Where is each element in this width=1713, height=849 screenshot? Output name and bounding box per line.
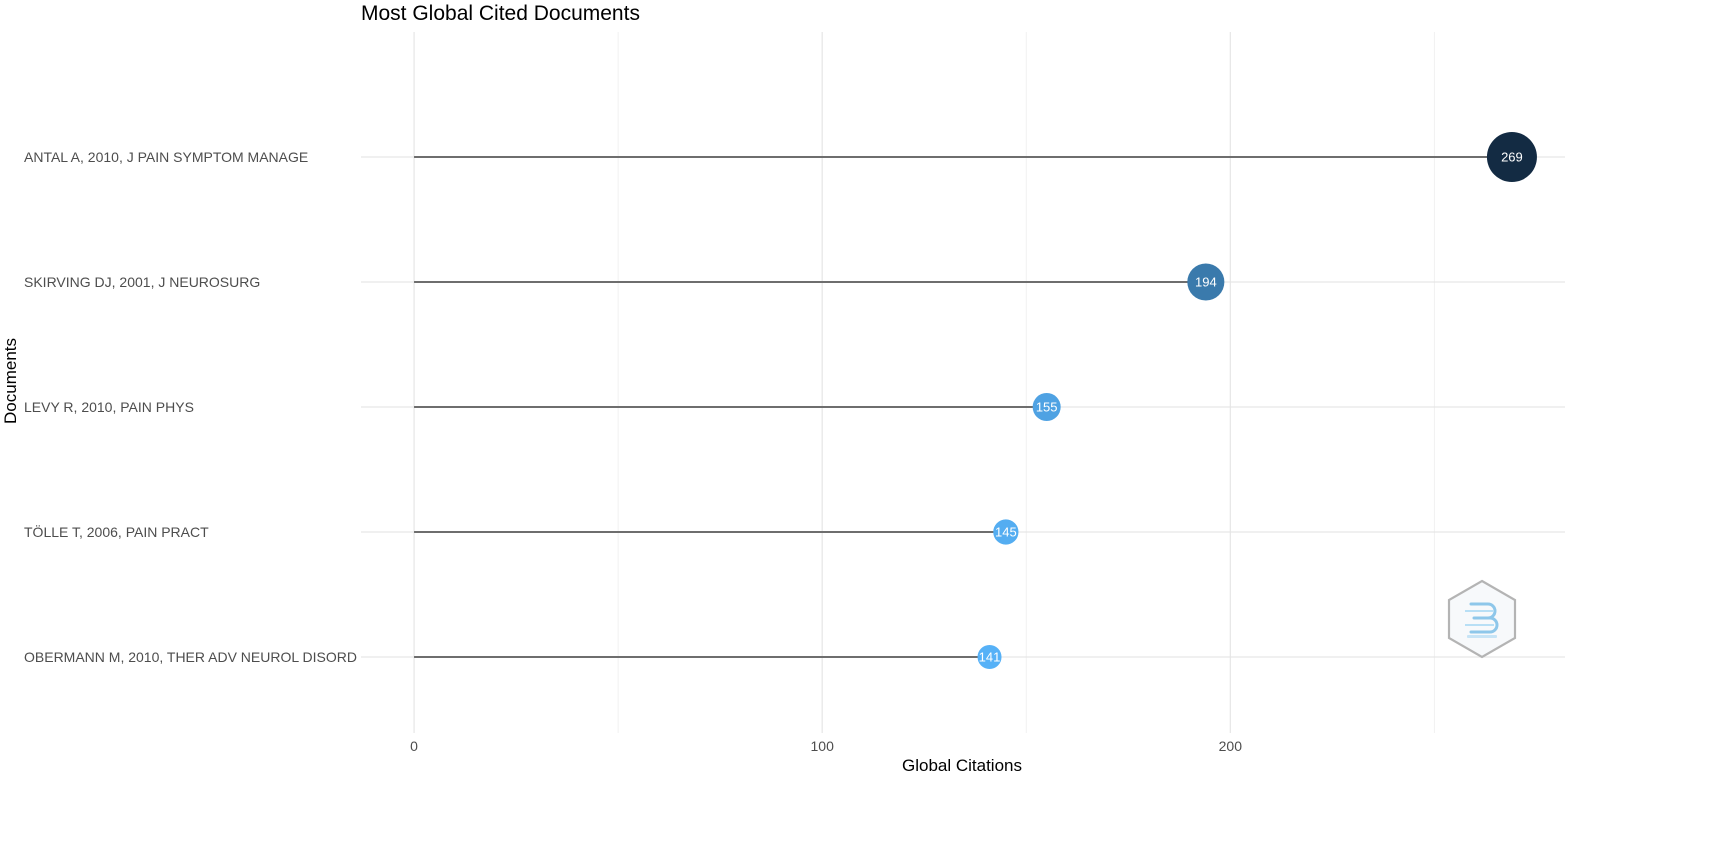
bibliometrix-hexagon-logo xyxy=(1447,579,1517,659)
category-labels: ANTAL A, 2010, J PAIN SYMPTOM MANAGE SKIR… xyxy=(24,149,357,665)
document-label: SKIRVING DJ, 2001, J NEUROSURG xyxy=(24,274,260,290)
document-label: TÖLLE T, 2006, PAIN PRACT xyxy=(24,523,209,540)
y-axis-title: Documents xyxy=(1,338,20,424)
citation-value-label: 155 xyxy=(1036,400,1058,415)
document-label: ANTAL A, 2010, J PAIN SYMPTOM MANAGE xyxy=(24,149,308,165)
document-label: OBERMANN M, 2010, THER ADV NEUROL DISORD xyxy=(24,649,357,665)
x-tick-label: 0 xyxy=(410,738,418,754)
data-marks: 269 194 155 145 141 xyxy=(414,132,1537,669)
citation-value-label: 269 xyxy=(1501,150,1523,165)
lollipop-chart: Most Global Cited Documents 269 194 155 145… xyxy=(1,2,1565,775)
x-axis-title: Global Citations xyxy=(902,756,1022,775)
citation-value-label: 141 xyxy=(979,650,1001,665)
gridlines xyxy=(361,32,1565,733)
citation-value-label: 194 xyxy=(1195,275,1217,290)
chart-title: Most Global Cited Documents xyxy=(361,2,640,25)
citation-value-label: 145 xyxy=(995,525,1017,540)
x-tick-label: 200 xyxy=(1219,738,1243,754)
x-axis-ticks: 0 100 200 xyxy=(410,738,1242,754)
document-label: LEVY R, 2010, PAIN PHYS xyxy=(24,399,194,415)
x-tick-label: 100 xyxy=(811,738,835,754)
chart-container: Most Global Cited Documents 269 194 155 145… xyxy=(0,0,1713,844)
